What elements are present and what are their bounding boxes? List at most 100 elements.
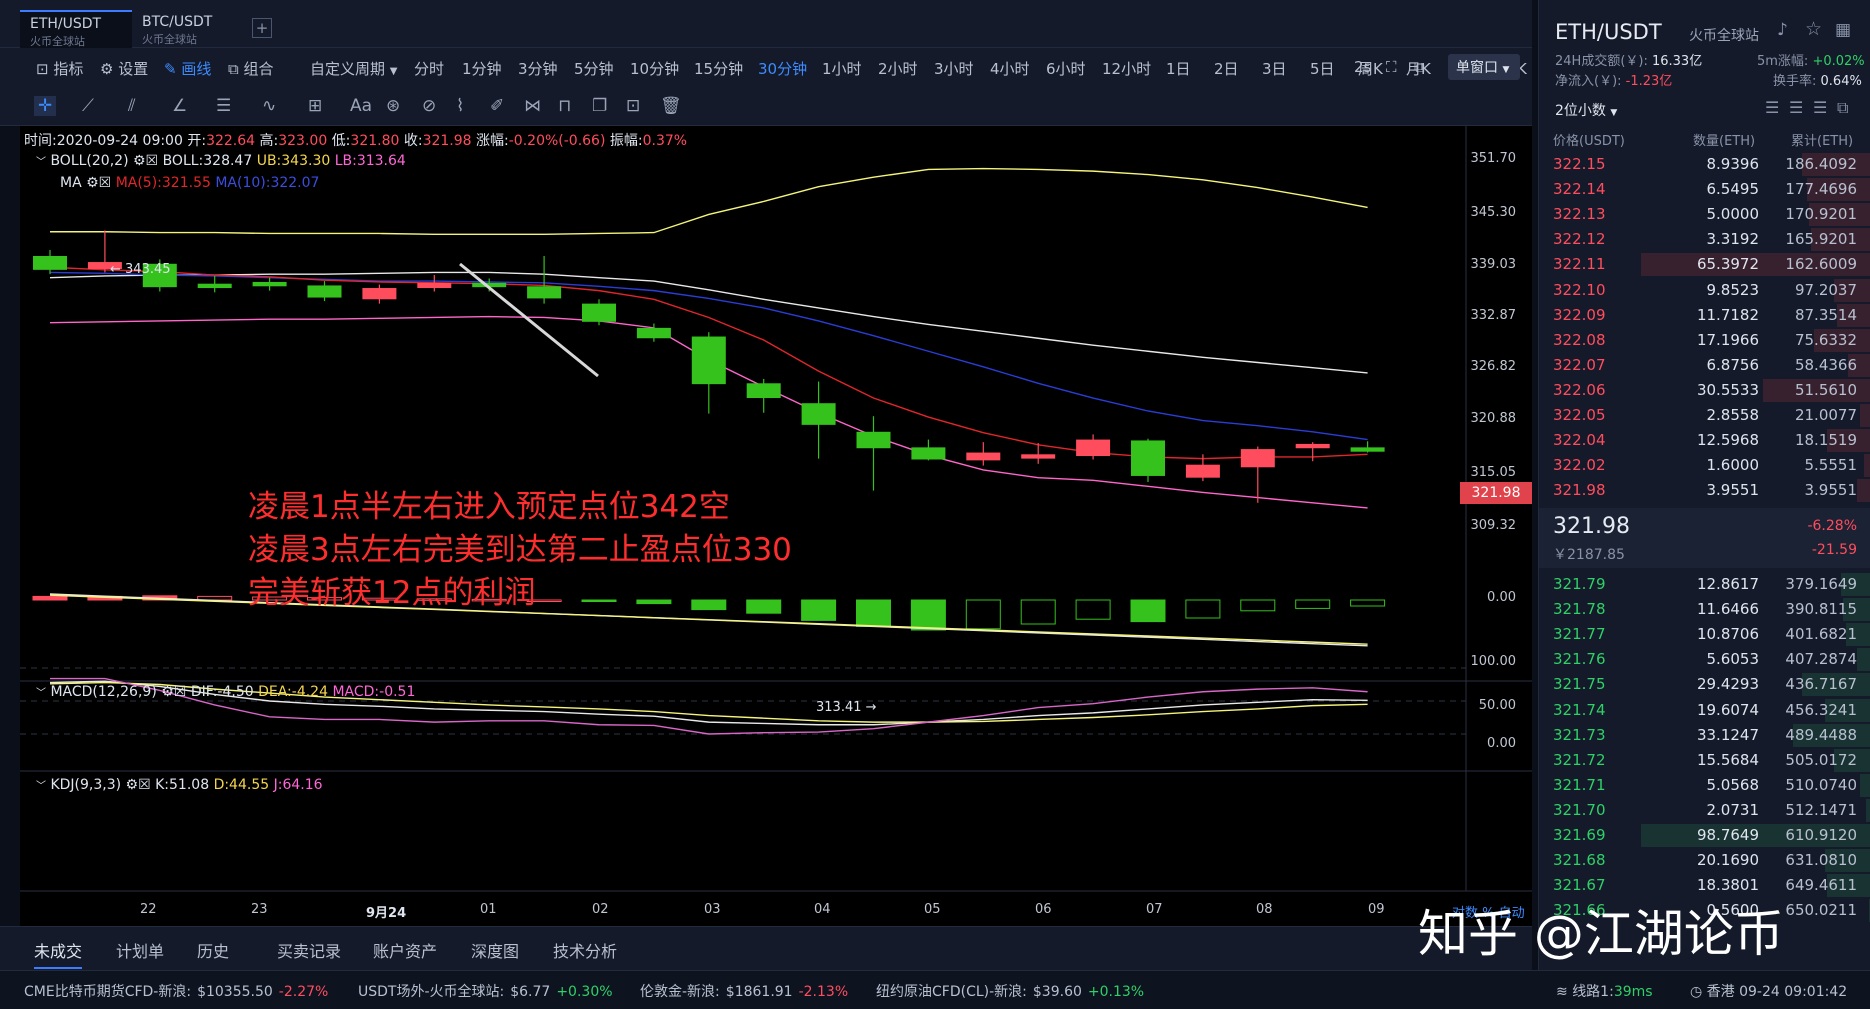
ask-row[interactable]: 322.14 6.5495 177.4696 xyxy=(1539,177,1870,202)
gear-icon[interactable]: ⚙ xyxy=(126,777,139,793)
period-2[interactable]: 3分钟 xyxy=(518,58,558,79)
period-7[interactable]: 1小时 xyxy=(822,58,862,79)
bid-row[interactable]: 321.76 5.6053 407.2874 xyxy=(1539,647,1870,672)
text-icon[interactable]: Aa xyxy=(350,96,372,116)
popout-icon[interactable]: ⧉ xyxy=(1414,58,1425,76)
ask-row[interactable]: 321.98 3.9551 3.9551 xyxy=(1539,478,1870,503)
refresh-interval[interactable]: 2s xyxy=(1354,58,1371,76)
ask-row[interactable]: 322.08 17.1966 75.6332 xyxy=(1539,328,1870,353)
close-icon[interactable]: ☒ xyxy=(138,777,151,793)
indicators-button[interactable]: ⊡ 指标 xyxy=(36,58,83,79)
ask-row[interactable]: 322.10 9.8523 97.2037 xyxy=(1539,278,1870,303)
bid-row[interactable]: 321.68 20.1690 631.0810 xyxy=(1539,848,1870,873)
custom-period-dropdown[interactable]: 自定义周期 ▼ xyxy=(310,58,398,79)
ticker-item[interactable]: 纽约原油CFD(CL)-新浪: $39.60 +0.13% xyxy=(876,981,1144,1001)
pattern-icon[interactable]: ⊘ xyxy=(422,96,436,116)
settings-button[interactable]: ⚙ 设置 xyxy=(100,58,148,79)
wave-icon[interactable]: ∿ xyxy=(262,96,276,116)
lock-icon[interactable]: ⊓ xyxy=(558,96,571,116)
bids-only-icon[interactable]: ☰ xyxy=(1789,98,1803,117)
bell-icon[interactable]: ♪ xyxy=(1777,20,1788,40)
ask-row[interactable]: 322.13 5.0000 170.9201 xyxy=(1539,202,1870,227)
period-14[interactable]: 2日 xyxy=(1214,58,1239,79)
period-8[interactable]: 2小时 xyxy=(878,58,918,79)
period-6[interactable]: 30分钟 xyxy=(758,58,807,79)
fibonacci-icon[interactable]: ⊛ xyxy=(386,96,400,116)
order-tab-2[interactable]: 历史 xyxy=(197,938,229,962)
horizontal-lines-icon[interactable]: ☰ xyxy=(216,96,231,116)
ask-row[interactable]: 322.09 11.7182 87.3514 xyxy=(1539,303,1870,328)
period-13[interactable]: 1日 xyxy=(1166,58,1191,79)
bid-row[interactable]: 321.70 2.0731 512.1471 xyxy=(1539,798,1870,823)
calendar-icon[interactable]: ▦ xyxy=(1835,20,1851,40)
ask-row[interactable]: 322.12 3.3192 165.9201 xyxy=(1539,227,1870,252)
gear-icon[interactable]: ⚙ xyxy=(86,175,99,191)
period-12[interactable]: 12小时 xyxy=(1102,58,1151,79)
close-icon[interactable]: ☒ xyxy=(146,153,159,169)
ask-row[interactable]: 322.05 2.8558 21.0077 xyxy=(1539,403,1870,428)
ticker-item[interactable]: 伦敦金-新浪: $1861.91 -2.13% xyxy=(640,981,848,1001)
rectangle-icon[interactable]: ⊞ xyxy=(308,96,322,116)
period-10[interactable]: 4小时 xyxy=(990,58,1030,79)
ask-row[interactable]: 322.15 8.9396 186.4092 xyxy=(1539,152,1870,177)
ask-row[interactable]: 322.07 6.8756 58.4366 xyxy=(1539,353,1870,378)
period-15[interactable]: 3日 xyxy=(1262,58,1287,79)
order-tab-6[interactable]: 技术分析 xyxy=(553,938,617,962)
period-11[interactable]: 6小时 xyxy=(1046,58,1086,79)
ask-row[interactable]: 322.11 65.3972 162.6009 xyxy=(1539,252,1870,277)
period-3[interactable]: 5分钟 xyxy=(574,58,614,79)
order-tab-4[interactable]: 账户资产 xyxy=(373,938,437,962)
chevron-down-icon[interactable]: ﹀ xyxy=(36,688,46,699)
period-5[interactable]: 15分钟 xyxy=(694,58,743,79)
measure-icon[interactable]: ⋈ xyxy=(524,96,541,116)
chevron-down-icon[interactable]: ﹀ xyxy=(36,781,46,792)
gear-icon[interactable]: ⚙ xyxy=(133,153,146,169)
star-icon[interactable]: ☆ xyxy=(1805,18,1822,40)
period-4[interactable]: 10分钟 xyxy=(630,58,679,79)
bid-row[interactable]: 321.75 29.4293 436.7167 xyxy=(1539,672,1870,697)
crosshair-icon[interactable]: ✛ xyxy=(34,96,57,116)
parallel-lines-icon[interactable]: ⫽ xyxy=(128,96,136,116)
bid-row[interactable]: 321.69 98.7649 610.9120 xyxy=(1539,823,1870,848)
ask-row[interactable]: 322.04 12.5968 18.1519 xyxy=(1539,428,1870,453)
single-window-dropdown[interactable]: 单窗口 ▼ xyxy=(1448,54,1520,80)
add-tab-button[interactable]: + xyxy=(252,18,272,38)
order-tab-0[interactable]: 未成交 xyxy=(34,938,83,969)
order-tab-3[interactable]: 买卖记录 xyxy=(277,938,341,962)
order-tab-5[interactable]: 深度图 xyxy=(471,938,519,962)
both-sides-icon[interactable]: ☰ xyxy=(1765,98,1779,117)
period-16[interactable]: 5日 xyxy=(1310,58,1335,79)
ticker-item[interactable]: USDT场外-火币全球站: $6.77 +0.30% xyxy=(358,981,613,1001)
ticker-item[interactable]: CME比特币期货CFD-新浪: $10355.50 -2.27% xyxy=(24,981,328,1001)
bid-row[interactable]: 321.77 10.8706 401.6821 xyxy=(1539,622,1870,647)
brush-icon[interactable]: ✐ xyxy=(490,96,504,116)
gear-icon[interactable]: ⚙ xyxy=(161,684,174,700)
chevron-down-icon[interactable]: ﹀ xyxy=(36,157,46,168)
period-0[interactable]: 分时 xyxy=(414,58,444,79)
decimals-dropdown[interactable]: 2位小数 ▼ xyxy=(1555,100,1617,120)
copy-icon[interactable]: ❐ xyxy=(592,96,607,116)
ask-row[interactable]: 322.06 30.5533 51.5610 xyxy=(1539,378,1870,403)
kline-chart[interactable]: 时间:2020-09-24 09:00 开:322.64 高:323.00 低:… xyxy=(20,126,1532,926)
combo-button[interactable]: ⧉ 组合 xyxy=(228,58,274,79)
ask-row[interactable]: 322.02 1.6000 5.5551 xyxy=(1539,453,1870,478)
popout-icon[interactable]: ⧉ xyxy=(1837,98,1848,118)
period-9[interactable]: 3小时 xyxy=(934,58,974,79)
close-icon[interactable]: ☒ xyxy=(99,175,112,191)
tab-btc-usdt[interactable]: BTC/USDT 火币全球站 xyxy=(132,10,244,48)
angle-icon[interactable]: ∠ xyxy=(172,96,187,116)
period-1[interactable]: 1分钟 xyxy=(462,58,502,79)
bid-row[interactable]: 321.79 12.8617 379.1649 xyxy=(1539,572,1870,597)
order-tab-1[interactable]: 计划单 xyxy=(116,938,164,962)
bid-row[interactable]: 321.71 5.0568 510.0740 xyxy=(1539,773,1870,798)
bid-row[interactable]: 321.73 33.1247 489.4488 xyxy=(1539,723,1870,748)
asks-only-icon[interactable]: ☰ xyxy=(1813,98,1827,117)
trash-icon[interactable]: 🗑 xyxy=(660,96,682,116)
trendline-icon[interactable]: ⟋ xyxy=(82,96,94,116)
close-icon[interactable]: ☒ xyxy=(174,684,187,700)
bid-row[interactable]: 321.72 15.5684 505.0172 xyxy=(1539,748,1870,773)
ruler-icon[interactable]: ⌇ xyxy=(456,96,464,116)
bid-row[interactable]: 321.74 19.6074 456.3241 xyxy=(1539,698,1870,723)
snapshot-icon[interactable]: ⊡ xyxy=(626,96,640,116)
bid-row[interactable]: 321.78 11.6466 390.8115 xyxy=(1539,597,1870,622)
